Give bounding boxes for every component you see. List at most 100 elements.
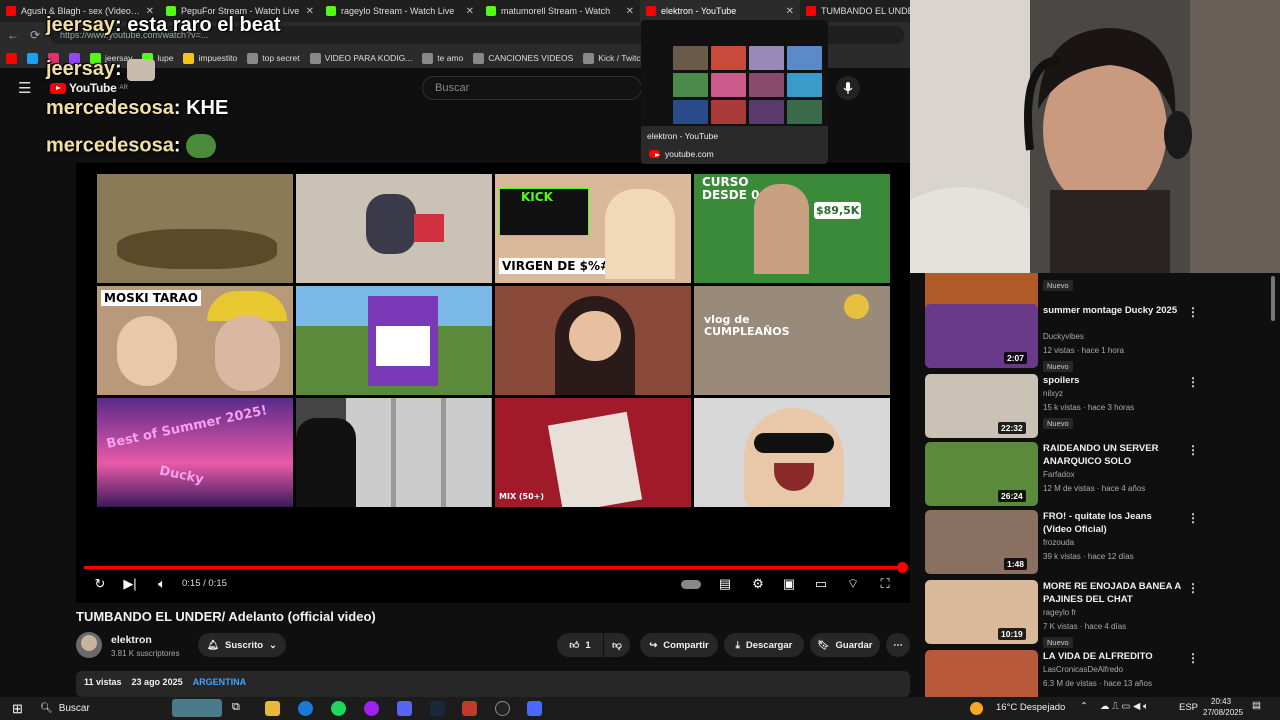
recommended-video[interactable]: 1:48 FRO! - quitate los Jeans (Video Ofic… [925,510,1265,574]
end-screen-video[interactable] [296,286,492,395]
settings-gear-icon[interactable]: ⚙ [750,576,766,592]
cast-icon[interactable]: ⌔ [845,576,861,592]
end-screen-video[interactable] [694,398,890,507]
scrubber-handle[interactable] [897,562,908,573]
more-actions-button[interactable]: ⋯ [886,633,910,657]
end-screen-video[interactable] [296,174,492,283]
voice-search-button[interactable] [836,76,860,100]
download-button[interactable]: ⤓ Descargar [724,633,804,657]
subtitles-icon[interactable]: ▤ [717,576,733,592]
more-vert-icon[interactable]: ⋮ [1187,651,1199,665]
preview-domain: youtube.com [649,149,714,159]
more-vert-icon[interactable]: ⋮ [1187,305,1199,319]
tray-icons[interactable]: ☁ ⎍ ▭ ◀︎ 🔈︎ [1100,701,1149,712]
preview-title: elektron - YouTube [647,131,719,141]
recommended-video[interactable]: LA VIDA DE ALFREDITO LasCronicasDeAlfredo… [925,650,1265,697]
browser-tab[interactable]: matumorell Stream - Watch ✕ [480,0,640,22]
save-button[interactable]: 🔖︎ Guardar [810,633,880,657]
more-vert-icon[interactable]: ⋮ [1187,443,1199,457]
menu-icon[interactable]: ☰ [18,79,34,97]
file-explorer-icon[interactable] [265,701,280,716]
windows-start-icon[interactable]: ⊞ [10,701,25,716]
weather-text[interactable]: 16°C Despejado [996,702,1065,713]
edge-icon[interactable] [298,701,313,716]
close-tab-icon[interactable]: ✕ [306,6,314,17]
end-screen-video[interactable] [296,398,492,507]
obs-icon[interactable] [495,701,510,716]
bookmark-item[interactable]: VIDEO PARA KODIG... [309,52,412,64]
spotify-icon[interactable] [331,701,346,716]
recommendations-sidebar: 17:341.3 K vistas · hace 2 horasNuevo2:0… [910,273,1280,697]
app-icon[interactable] [364,701,379,716]
more-vert-icon[interactable]: ⋮ [1187,581,1199,595]
more-vert-icon[interactable]: ⋮ [1187,511,1199,525]
bookmark-item[interactable]: CANCIONES VIDEOS [473,52,573,64]
theater-mode-icon[interactable]: ▭ [812,576,830,592]
share-button[interactable]: ↪ Compartir [640,633,718,657]
end-screen-video[interactable]: CURSO DESDE 0 $89,5K [694,174,890,283]
autoplay-toggle[interactable] [680,576,702,592]
end-screen-video[interactable]: vlog de CUMPLEAÑOS [694,286,890,395]
bookmark-item[interactable]: te amo [422,52,463,64]
active-app-icon[interactable] [527,701,542,716]
more-icon: ⋯ [893,639,903,651]
back-arrow-icon[interactable]: ← [6,28,20,42]
bookmark-item[interactable]: impuestito [183,52,237,64]
subscriber-count: 3.81 K suscriptores [111,649,180,658]
search-input[interactable]: Buscar [422,76,642,100]
end-screen-video[interactable]: MOSKI TARAO [97,286,293,395]
clock-time[interactable]: 20:43 [1211,697,1231,706]
youtube-logo[interactable]: YouTube AR [50,81,128,95]
more-vert-icon[interactable]: ⋮ [1187,375,1199,389]
browser-tab[interactable]: elektron - YouTube ✕ [640,0,800,22]
like-button[interactable]: 👍︎ 1 [557,633,603,657]
replay-icon[interactable]: ↻ [92,576,108,592]
mix-label: MIX (50+) [499,492,545,501]
close-tab-icon[interactable]: ✕ [466,6,474,17]
sidebar-scrollbar[interactable] [1271,276,1275,321]
channel-avatar[interactable] [76,632,102,658]
recommended-title: spoilers [1043,375,1080,386]
end-screen-label: VIRGEN DE $%#! [499,258,619,274]
end-screen-video[interactable] [97,174,293,283]
fullscreen-icon[interactable]: ⛶ [877,576,893,592]
dislike-button[interactable]: 👎︎ [604,633,630,657]
end-screen-label: CURSO DESDE 0 [702,175,760,202]
clock-date[interactable]: 27/08/2025 [1203,708,1243,717]
chevron-up-icon[interactable]: ⌃ [1080,701,1088,712]
end-screen-video[interactable]: KICK VIRGEN DE $%#! [495,174,691,283]
recommended-video[interactable]: 22:32 spoilers nilxyz 15 k vistas · hace 3 … [925,374,1265,438]
reload-icon[interactable]: ⟳ [28,28,42,42]
volume-icon[interactable]: 🔈︎ [154,576,170,592]
browser-tab[interactable]: rageylo Stream - Watch Live ✕ [320,0,480,22]
recommended-video[interactable]: 10:19 MORE RE ENOJADA BANEA A PAJINES DEL… [925,580,1265,648]
close-tab-icon[interactable]: ✕ [786,6,794,17]
video-thumbnail[interactable] [925,650,1038,697]
youtube-favicon-icon [649,150,660,158]
chat-message: jeersay: esta raro el beat [46,14,281,36]
recommended-video[interactable]: 2:07 summer montage Ducky 2025 Duckyvibes 1… [925,304,1265,372]
description-box[interactable]: 11 vistas 23 ago 2025 ARGENTINA [76,671,910,697]
progress-bar[interactable] [84,566,902,569]
hashtag[interactable]: ARGENTINA [193,677,247,691]
steam-icon[interactable] [430,701,445,716]
end-screen-video[interactable]: MIX (50+) [495,398,691,507]
browser-tab[interactable]: TUMBANDO EL UNDER✕ [800,0,910,22]
end-screen-video[interactable] [495,286,691,395]
next-icon[interactable]: ▶| [122,576,138,592]
bookmark-favicon-icon[interactable] [27,52,38,64]
recommended-channel: LasCronicasDeAlfredo [1043,665,1124,674]
miniplayer-icon[interactable]: ▣ [781,576,797,592]
end-screen-video[interactable]: Best of Summer 2025! Ducky [97,398,293,507]
subscribed-button[interactable]: 🔔︎ Suscrito ⌄ [198,633,286,657]
recommended-video[interactable]: 26:24 RAIDEANDO UN SERVER ANARQUICO SOLO F… [925,442,1265,506]
bookmark-item[interactable]: top secret [247,52,300,64]
discord-icon[interactable] [397,701,412,716]
close-tab-icon[interactable]: ✕ [626,6,634,17]
voicemeeter-icon[interactable] [462,701,477,716]
bookmark-favicon-icon[interactable] [6,52,17,64]
channel-name[interactable]: elektron [111,634,152,646]
task-view-icon[interactable]: ⧉ [232,701,247,716]
language-indicator[interactable]: ESP [1179,702,1198,713]
notification-icon[interactable]: ▤ [1252,700,1261,711]
